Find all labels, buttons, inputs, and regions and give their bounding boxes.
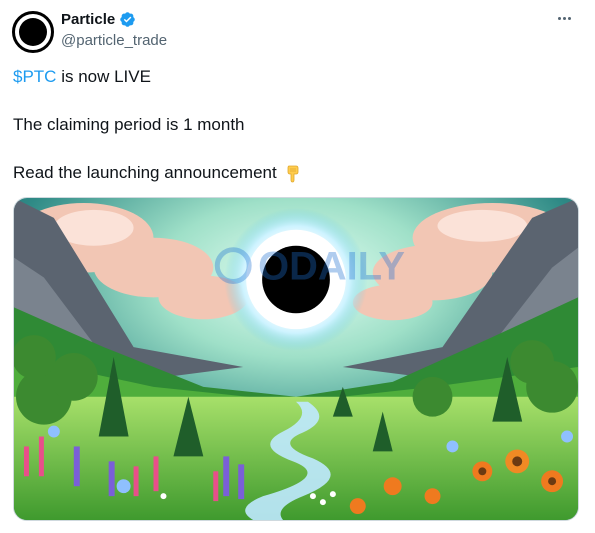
tweet-card: Particle @particle_trade $PTC is now LIV… [0,0,595,533]
tweet-line-3-text: Read the launching announcement [13,163,277,182]
author-name-row: Particle [61,11,136,28]
author-handle[interactable]: @particle_trade [61,32,167,49]
backhand-index-pointing-down-icon [287,165,299,183]
tweet-media-image[interactable]: ODAILY [13,197,579,521]
pixel-art-valley-image: ODAILY [14,198,578,520]
author-display-name[interactable]: Particle [61,11,115,28]
verified-badge-icon [120,12,135,27]
svg-text:ODAILY: ODAILY [258,245,405,289]
tweet-line-1-text: is now LIVE [56,67,151,86]
tweet-line-2: The claiming period is 1 month [13,115,245,134]
cashtag-link[interactable]: $PTC [13,67,56,86]
more-options-icon[interactable] [554,13,575,24]
black-circle-logo-icon [19,18,47,46]
tweet-line-1: $PTC is now LIVE [13,67,151,87]
tweet-line-3: Read the launching announcement [13,163,303,183]
avatar[interactable] [12,11,54,53]
